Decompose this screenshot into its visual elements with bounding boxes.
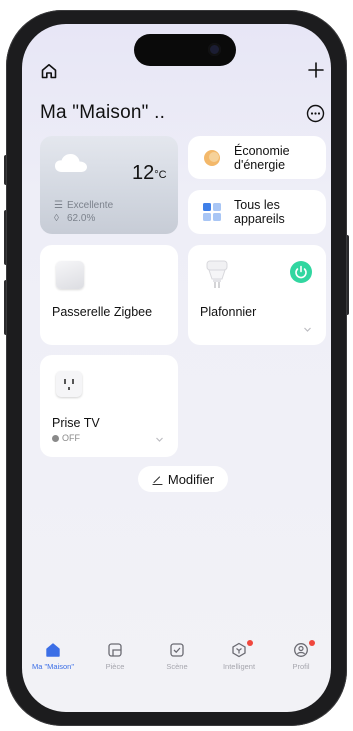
tab-intelligent[interactable]: Intelligent: [208, 636, 270, 671]
intelligent-icon: [232, 642, 246, 658]
power-toggle-icon[interactable]: [290, 261, 312, 283]
home-icon[interactable]: [40, 62, 58, 80]
device-name: Plafonnier: [200, 305, 257, 319]
pencil-icon: [152, 475, 163, 485]
device-name: Passerelle Zigbee: [52, 305, 153, 319]
modify-label: Modifier: [167, 471, 215, 487]
weather-card[interactable]: 12°C ☰ Excellente ◊ 62.0%: [40, 136, 178, 234]
tab-label: Profil: [292, 662, 310, 671]
device-card[interactable]: Plafonnier: [188, 245, 326, 345]
chevron-down-icon[interactable]: [303, 325, 312, 334]
all-devices-label: Tous les appareils: [234, 198, 285, 226]
all-devices-tile[interactable]: Tous les appareils: [188, 190, 326, 234]
tab-room[interactable]: Pièce: [84, 636, 146, 671]
status-dot-icon: [52, 434, 59, 442]
notification-badge: [309, 640, 315, 646]
device-status: OFF: [52, 433, 80, 443]
scene-icon: [170, 643, 184, 657]
energy-saving-label: Économie d'énergie: [234, 144, 290, 172]
air-quality-icon: ☰: [54, 200, 63, 211]
add-icon[interactable]: [306, 60, 326, 80]
tab-home[interactable]: Ma "Maison": [22, 636, 84, 671]
tab-profile[interactable]: Profil: [270, 636, 331, 671]
device-card[interactable]: Prise TV OFF: [40, 355, 178, 457]
notification-badge: [247, 640, 253, 646]
tab-label: Pièce: [105, 662, 125, 671]
home-tab-icon: [46, 643, 60, 657]
bottom-tab-bar: Ma "Maison" Pièce Scène Intelligent Prof…: [22, 636, 331, 686]
app-screen: Ma "Maison" .. 12°C ☰Excellente ◊62.0%: [22, 24, 331, 712]
phone-mockup: Ma "Maison" .. 12°C ☰Excellente ◊62.0%: [0, 0, 353, 731]
tab-label: Scène: [166, 662, 188, 671]
cloud-icon: [55, 154, 87, 172]
profile-icon: [294, 643, 308, 657]
humidity: ◊ 62.0%: [54, 213, 96, 224]
home-title[interactable]: Ma "Maison" ..: [40, 102, 165, 124]
device-name: Prise TV: [52, 416, 100, 430]
grid-icon: [203, 203, 221, 221]
camera-dot: [208, 43, 221, 56]
tab-label: Intelligent: [222, 662, 256, 671]
more-options-icon[interactable]: [306, 104, 325, 123]
smart-plug-icon: [56, 371, 82, 397]
air-quality: ☰ Excellente: [54, 200, 114, 211]
energy-saving-icon: [204, 150, 220, 166]
chevron-down-icon[interactable]: [155, 435, 164, 444]
ceiling-light-icon: [206, 260, 228, 288]
device-card[interactable]: Passerelle Zigbee: [40, 245, 178, 345]
zigbee-gateway-icon: [56, 261, 84, 289]
modify-button[interactable]: Modifier: [138, 466, 228, 492]
tab-scene[interactable]: Scène: [146, 636, 208, 671]
temperature-value: 12°C: [132, 162, 167, 184]
tab-label: Ma "Maison": [31, 662, 74, 671]
energy-saving-tile[interactable]: Économie d'énergie: [188, 136, 326, 179]
droplet-icon: ◊: [54, 213, 59, 224]
room-icon: [108, 643, 122, 657]
